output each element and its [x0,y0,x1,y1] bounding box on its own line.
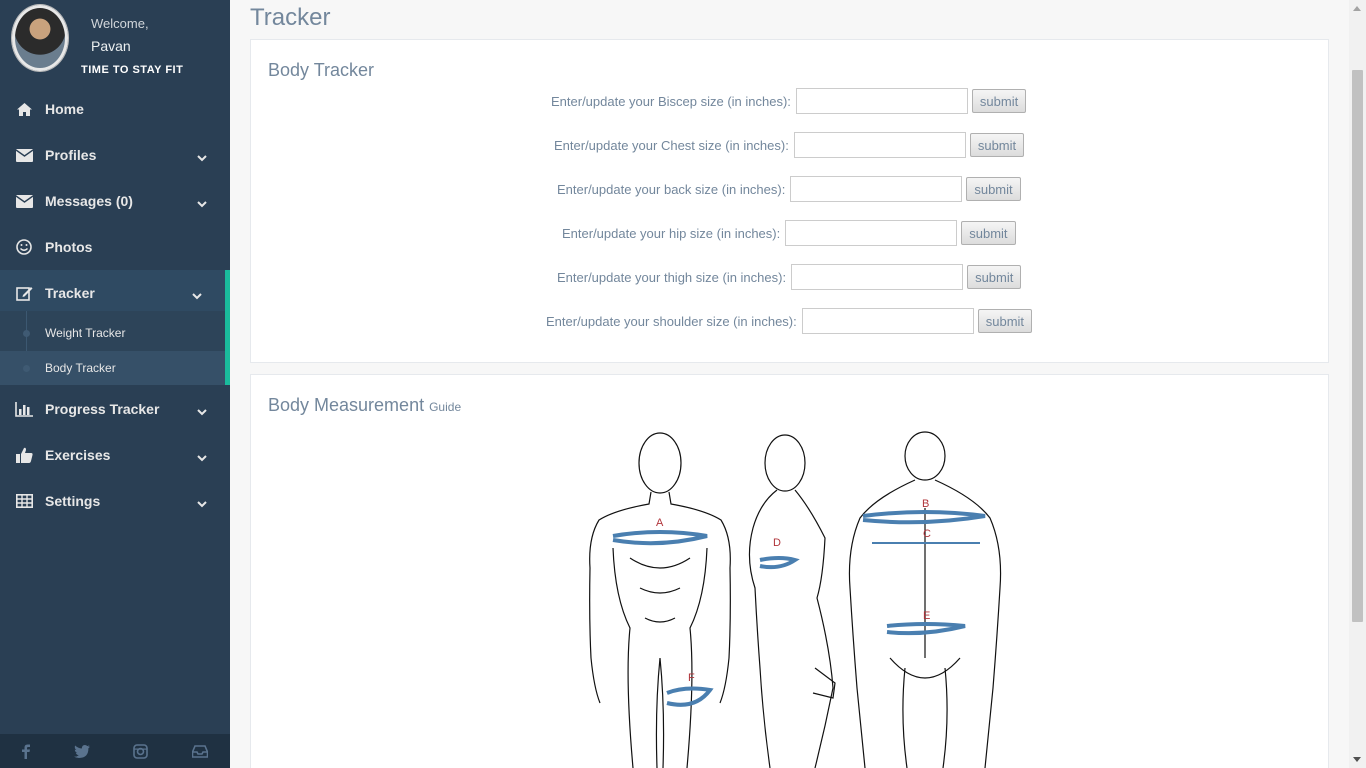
label-d: D [773,537,781,549]
sidebar: Welcome, Pavan TIME TO STAY FIT Home Pro… [0,0,230,768]
nav-label-messages: Messages (0) [45,193,133,209]
nav-item-exercises[interactable]: Exercises [0,432,230,478]
twitter-icon[interactable] [73,744,90,758]
sidebar-item-weight-tracker[interactable]: Weight Tracker [0,316,225,350]
guide-title: Body Measurement Guide [268,395,461,416]
home-icon [15,102,33,117]
nav-label-home: Home [45,101,84,117]
shoulder-label: Enter/update your shoulder size (in inch… [546,313,797,329]
scrollbar[interactable] [1349,0,1366,768]
envelope-icon [15,148,33,162]
body-measurement-figure: A B C D E F [589,431,1002,768]
label-f: F [688,672,695,684]
chevron-down-icon [197,149,207,165]
hip-input[interactable] [785,220,958,246]
guide-title-text: Body Measurement [268,395,425,415]
sidebar-footer [0,734,230,768]
back-submit-button[interactable]: submit [966,177,1021,201]
welcome-text: Welcome, [91,16,149,31]
edit-icon [15,285,33,301]
nav-label-exercises: Exercises [45,447,111,463]
label-a: A [656,517,664,529]
chevron-down-icon [197,449,207,465]
tagline: TIME TO STAY FIT [81,64,184,76]
nav-item-tracker[interactable]: Tracker [0,270,230,316]
inbox-icon[interactable] [192,744,209,758]
submenu-dot [23,330,30,337]
shoulder-row: Enter/update your shoulder size (in inch… [546,308,1033,334]
biscep-submit-button[interactable]: submit [971,89,1027,113]
biscep-label: Enter/update your Biscep size (in inches… [551,93,791,109]
back-input[interactable] [790,176,963,202]
nav-item-photos[interactable]: Photos [0,224,230,270]
table-icon [15,494,33,508]
nav-item-messages[interactable]: Messages (0) [0,178,230,224]
hip-row: Enter/update your hip size (in inches): … [562,220,1016,246]
label-c: C [923,528,931,540]
shoulder-input[interactable] [801,308,974,334]
nav-label-tracker: Tracker [45,285,95,301]
nav-label-settings: Settings [45,493,101,509]
nav-item-progress-tracker[interactable]: Progress Tracker [0,386,230,432]
chest-label: Enter/update your Chest size (in inches)… [554,137,789,153]
profile-section: Welcome, Pavan TIME TO STAY FIT [0,0,230,80]
chest-input[interactable] [793,132,966,158]
scroll-up-arrow[interactable] [1353,6,1361,11]
nav-item-settings[interactable]: Settings [0,478,230,524]
envelope-icon [15,194,33,208]
nav-label-profiles: Profiles [45,147,97,163]
nav-item-home[interactable]: Home [0,86,230,132]
instagram-icon[interactable] [133,743,149,759]
bar-chart-icon [15,401,33,417]
chevron-down-icon [197,495,207,511]
thumbs-up-icon [15,447,33,463]
biscep-row: Enter/update your Biscep size (in inches… [551,88,1027,114]
biscep-input[interactable] [795,88,968,114]
smile-icon [15,239,33,255]
facebook-icon[interactable] [21,744,30,759]
chest-submit-button[interactable]: submit [969,133,1025,157]
username: Pavan [91,38,131,54]
figure-outlines [589,431,1002,768]
nav-label-progress-tracker: Progress Tracker [45,401,160,417]
label-b: B [922,498,929,510]
thigh-input[interactable] [791,264,964,290]
nav-item-profiles[interactable]: Profiles [0,132,230,178]
avatar[interactable] [12,5,68,71]
sidebar-item-body-tracker[interactable]: Body Tracker [0,351,225,385]
page-title: Tracker [250,4,331,31]
chest-row: Enter/update your Chest size (in inches)… [554,132,1025,158]
shoulder-submit-button[interactable]: submit [977,309,1033,333]
thigh-label: Enter/update your thigh size (in inches)… [557,269,787,285]
label-e: E [923,610,930,622]
sidebar-item-label: Body Tracker [45,361,116,375]
body-tracker-title: Body Tracker [268,60,375,80]
nav-label-photos: Photos [45,239,93,255]
thigh-submit-button[interactable]: submit [967,265,1022,289]
chevron-down-icon [192,287,202,303]
scroll-down-arrow[interactable] [1353,757,1361,762]
measurement-arrows [612,510,986,707]
thigh-row: Enter/update your thigh size (in inches)… [557,264,1022,290]
scroll-thumb[interactable] [1352,70,1363,622]
sidebar-item-label: Weight Tracker [45,326,126,340]
chevron-down-icon [197,403,207,419]
back-row: Enter/update your back size (in inches):… [557,176,1021,202]
back-label: Enter/update your back size (in inches): [557,181,786,197]
chevron-down-icon [197,195,207,211]
hip-label: Enter/update your hip size (in inches): [562,225,781,241]
hip-submit-button[interactable]: submit [961,221,1016,245]
submenu-dot [23,365,30,372]
guide-subtitle: Guide [429,400,462,414]
